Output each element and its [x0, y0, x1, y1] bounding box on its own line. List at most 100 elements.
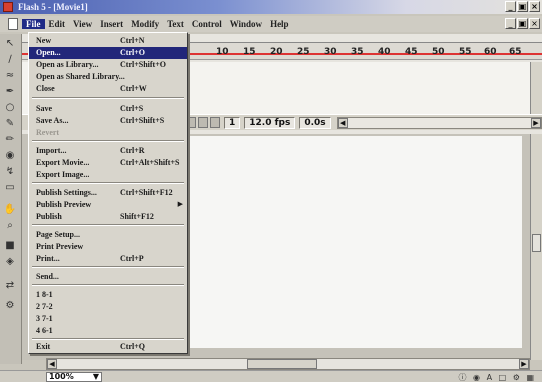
menu-item-recent-file[interactable]: 1 8-1 — [29, 289, 187, 301]
menu-item-open[interactable]: Open... Ctrl+O — [29, 47, 187, 59]
frame-number: 40 — [378, 47, 391, 57]
stage-horizontal-scrollbar[interactable]: ◀ ▶ — [46, 358, 530, 370]
frame-number: 25 — [297, 47, 310, 57]
zoom-select[interactable]: 100% ▼ — [46, 372, 102, 382]
brush-tool-icon[interactable]: ✏ — [3, 134, 17, 146]
menu-separator — [32, 182, 184, 184]
menu-item-recent-file[interactable]: 2 7-2 — [29, 301, 187, 313]
swap-colors-icon[interactable]: ⇄ — [3, 280, 17, 292]
menu-item-export-movie[interactable]: Export Movie... Ctrl+Alt+Shift+S — [29, 157, 187, 169]
library-panel-icon[interactable]: ▦ — [526, 373, 536, 382]
menu-item-export-image[interactable]: Export Image... — [29, 169, 187, 181]
menu-item-recent-file[interactable]: 4 6-1 — [29, 325, 187, 337]
fill-color-icon[interactable]: ◈ — [3, 256, 17, 268]
flash-app-icon — [3, 2, 13, 12]
frame-number: 20 — [270, 47, 283, 57]
toolbox: ↖ ∕ ≈ ✒ ○ ✎ ✏ ◉ ↯ ▭ ✋ ⌕ ■ ◈ ⇄ ⚙ — [0, 34, 22, 364]
frame-number: 30 — [324, 47, 337, 57]
menu-text[interactable]: Text — [163, 19, 188, 29]
stage-vertical-scrollbar[interactable] — [530, 134, 542, 360]
menu-item-recent-file[interactable]: 3 7-1 — [29, 313, 187, 325]
menu-edit[interactable]: Edit — [45, 19, 70, 29]
menu-item-publish-preview[interactable]: Publish Preview ▶ — [29, 199, 187, 211]
menu-view[interactable]: View — [69, 19, 96, 29]
timeline-vertical-scrollbar[interactable] — [530, 62, 542, 114]
frame-number: 10 — [216, 47, 229, 57]
menu-item-publish[interactable]: Publish Shift+F12 — [29, 211, 187, 223]
file-menu-dropdown: New Ctrl+N Open... Ctrl+O Open as Library.… — [28, 32, 188, 354]
status-bar: 100% ▼ ⓘ ◉ A □ ⚙ ▦ — [0, 370, 542, 382]
menu-window[interactable]: Window — [226, 19, 266, 29]
onion-outline-icon[interactable] — [198, 117, 208, 128]
menu-item-page-setup[interactable]: Page Setup... — [29, 229, 187, 241]
menu-item-print[interactable]: Print... Ctrl+P — [29, 253, 187, 265]
zoom-value: 100% — [49, 372, 74, 381]
movie-explorer-icon[interactable]: ⚙ — [513, 373, 522, 382]
menu-separator — [32, 97, 184, 99]
zoom-tool-icon[interactable]: ⌕ — [3, 220, 17, 232]
ink-bottle-tool-icon[interactable]: ◉ — [3, 150, 17, 162]
close-icon[interactable]: × — [529, 1, 540, 12]
window-controls: _ ▣ × — [505, 1, 540, 12]
menu-separator — [32, 224, 184, 226]
stroke-color-icon[interactable]: ■ — [3, 240, 17, 252]
menu-item-exit[interactable]: Exit Ctrl+Q — [29, 341, 187, 353]
line-tool-icon[interactable]: ∕ — [3, 54, 17, 66]
elapsed-time-display: 0.0s — [299, 116, 331, 129]
menu-help[interactable]: Help — [266, 19, 293, 29]
window-title: Flash 5 - [Movie1] — [18, 2, 88, 12]
hscroll-left-arrow-icon[interactable]: ◀ — [47, 359, 57, 369]
edit-multiple-frames-icon[interactable] — [210, 117, 220, 128]
eraser-tool-icon[interactable]: ▭ — [3, 182, 17, 194]
doc-close-icon[interactable]: × — [529, 18, 540, 29]
scroll-right-arrow-icon[interactable]: ▶ — [531, 117, 541, 128]
document-window-controls: _ ▣ × — [505, 18, 540, 29]
menu-item-open-as-library[interactable]: Open as Library... Ctrl+Shift+O — [29, 59, 187, 71]
chevron-down-icon: ▼ — [92, 372, 99, 381]
eyedropper-tool-icon[interactable]: ↯ — [3, 166, 17, 178]
frame-number: 50 — [432, 47, 445, 57]
pencil-tool-icon[interactable]: ✎ — [3, 118, 17, 130]
menu-item-import[interactable]: Import... Ctrl+R — [29, 145, 187, 157]
menu-separator — [32, 140, 184, 142]
minimize-icon[interactable]: _ — [505, 1, 516, 12]
menu-file[interactable]: File — [22, 19, 45, 29]
arrow-tool-icon[interactable]: ↖ — [3, 38, 17, 50]
scroll-left-arrow-icon[interactable]: ◀ — [337, 117, 348, 128]
menu-item-print-preview[interactable]: Print Preview — [29, 241, 187, 253]
frame-number: 35 — [351, 47, 364, 57]
submenu-arrow-icon: ▶ — [177, 200, 183, 208]
vertical-scroll-thumb[interactable] — [532, 234, 541, 252]
restore-icon[interactable]: ▣ — [517, 1, 528, 12]
document-icon — [8, 18, 18, 30]
doc-minimize-icon[interactable]: _ — [505, 18, 516, 29]
pen-tool-icon[interactable]: ✒ — [3, 86, 17, 98]
stage-canvas[interactable] — [152, 136, 522, 348]
menu-item-publish-settings[interactable]: Publish Settings... Ctrl+Shift+F12 — [29, 187, 187, 199]
horizontal-scroll-thumb[interactable] — [247, 359, 317, 369]
info-panel-icon[interactable]: ⓘ — [459, 373, 469, 382]
oval-tool-icon[interactable]: ○ — [3, 102, 17, 114]
character-panel-icon[interactable]: A — [487, 373, 494, 382]
current-frame-display: 1 — [224, 116, 241, 129]
instance-panel-icon[interactable]: □ — [499, 373, 509, 382]
options-icon[interactable]: ⚙ — [3, 300, 17, 312]
hscroll-right-arrow-icon[interactable]: ▶ — [519, 359, 529, 369]
mixer-panel-icon[interactable]: ◉ — [473, 373, 482, 382]
menu-insert[interactable]: Insert — [96, 19, 127, 29]
menu-item-revert: Revert — [36, 128, 60, 137]
menu-control[interactable]: Control — [188, 19, 226, 29]
menu-modify[interactable]: Modify — [127, 19, 163, 29]
frame-number: 55 — [459, 47, 472, 57]
lasso-tool-icon[interactable]: ≈ — [3, 70, 17, 82]
timeline-horizontal-scrollbar[interactable]: ◀ ▶ — [336, 116, 542, 129]
menu-item-send[interactable]: Send... — [29, 271, 187, 283]
doc-restore-icon[interactable]: ▣ — [517, 18, 528, 29]
menu-item-new[interactable]: New Ctrl+N — [29, 35, 187, 47]
menu-item-close[interactable]: Close Ctrl+W — [29, 83, 187, 95]
hand-tool-icon[interactable]: ✋ — [3, 204, 17, 216]
menu-item-save-as[interactable]: Save As... Ctrl+Shift+S — [29, 115, 187, 127]
menu-item-open-as-shared-library[interactable]: Open as Shared Library... — [29, 71, 187, 83]
menu-item-save[interactable]: Save Ctrl+S — [29, 103, 187, 115]
menu-bar: File Edit View Insert Modify Text Contro… — [0, 16, 542, 32]
